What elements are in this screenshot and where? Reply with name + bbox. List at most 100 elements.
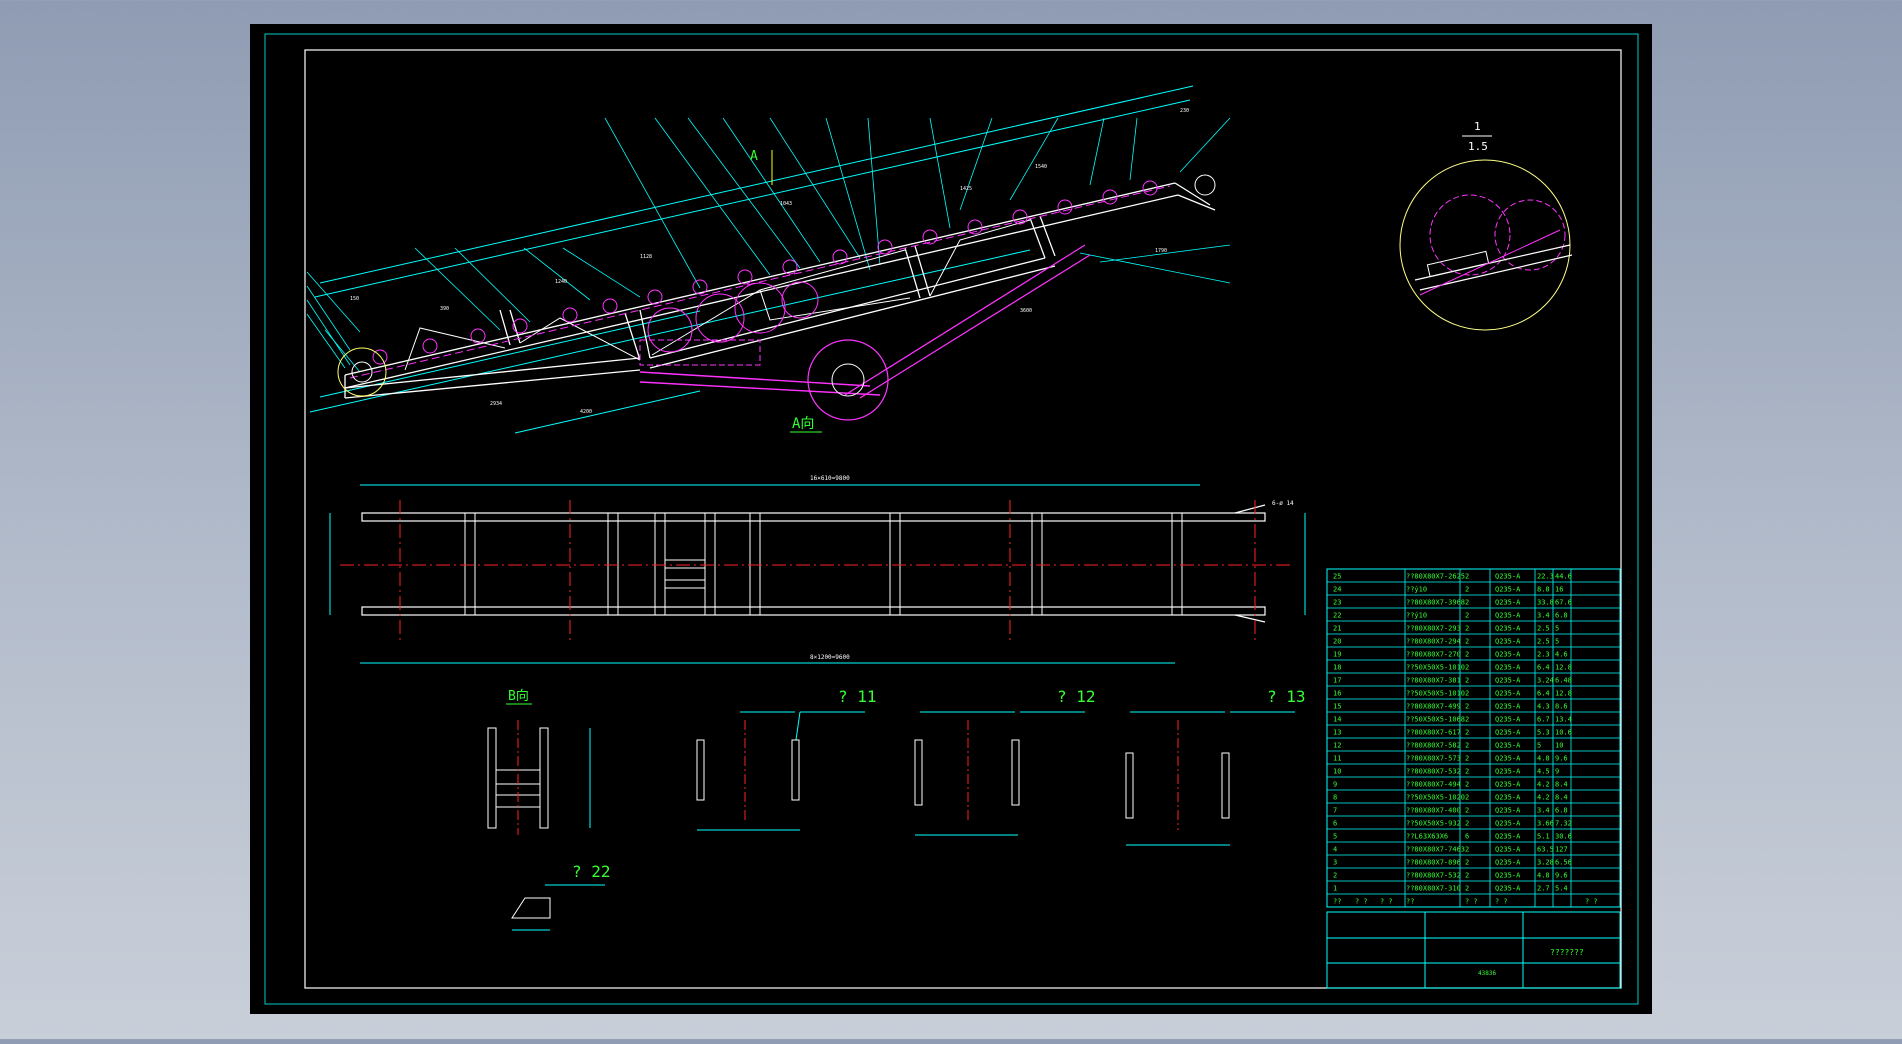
- bom-cell-qty: 2: [1465, 625, 1469, 633]
- title-block-id: 43836: [1478, 970, 1496, 977]
- bom-cell-w2: 6.56: [1555, 859, 1572, 867]
- bom-cell-w2: 6.8: [1555, 807, 1568, 815]
- bom-cell-qty: 2: [1465, 677, 1469, 685]
- plan-top-dim-text: 16×610=9800: [810, 475, 850, 482]
- bom-cell-mat: Q235-A: [1495, 612, 1521, 620]
- bom-cell-no: 25: [1333, 573, 1341, 581]
- bom-cell-mat: Q235-A: [1495, 833, 1521, 841]
- bom-cell-mat: Q235-A: [1495, 625, 1521, 633]
- callout-11: ? 11: [838, 687, 877, 706]
- bom-cell-qty: 2: [1465, 885, 1469, 893]
- bom-cell-mat: Q235-A: [1495, 703, 1521, 711]
- bom-cell-no: 3: [1333, 859, 1337, 867]
- bom-header-cell: ??: [1333, 898, 1341, 906]
- callout-12: ? 12: [1057, 687, 1096, 706]
- bom-cell-mat: Q235-A: [1495, 872, 1521, 880]
- bom-cell-w1: 3.28: [1537, 859, 1554, 867]
- view-b-label: B向: [508, 688, 529, 704]
- bom-cell-no: 16: [1333, 690, 1341, 698]
- bom-cell-spec: ??80X80X7-617: [1406, 729, 1461, 737]
- bom-cell-spec: ??80X80X7-294: [1406, 638, 1461, 646]
- bom-cell-mat: Q235-A: [1495, 729, 1521, 737]
- bom-cell-mat: Q235-A: [1495, 807, 1521, 815]
- bom-cell-qty: 2: [1465, 794, 1469, 802]
- bom-cell-no: 6: [1333, 820, 1337, 828]
- bom-cell-mat: Q235-A: [1495, 742, 1521, 750]
- bom-cell-w1: 22.3: [1537, 573, 1554, 581]
- bom-cell-spec: ??50X50X5-932: [1406, 820, 1461, 828]
- bom-cell-w1: 6.4: [1537, 664, 1550, 672]
- bom-cell-w1: 3.24: [1537, 677, 1554, 685]
- bom-cell-qty: 2: [1465, 846, 1469, 854]
- bom-cell-w1: 4.2: [1537, 794, 1550, 802]
- cad-drawing-canvas[interactable]: A A向 1503901240 112810431425 15402302934…: [0, 0, 1902, 1039]
- bom-cell-w1: 5: [1537, 742, 1541, 750]
- bom-cell-w1: 6.7: [1537, 716, 1550, 724]
- bom-cell-w2: 30.6: [1555, 833, 1572, 841]
- bom-cell-w1: 5.1: [1537, 833, 1550, 841]
- cad-viewport[interactable]: A A向 150 390 1240 1128 1043 1425 1540 230 2934…: [0, 0, 1902, 1039]
- bom-cell-no: 5: [1333, 833, 1337, 841]
- bom-cell-w1: 3.4: [1537, 612, 1550, 620]
- bom-cell-spec: ??80X80X7-582: [1406, 742, 1461, 750]
- bom-cell-w2: 6.8: [1555, 612, 1568, 620]
- svg-text:230: 230: [1180, 108, 1189, 114]
- bom-cell-mat: Q235-A: [1495, 638, 1521, 646]
- detail-scale-top: 1: [1474, 120, 1481, 133]
- bom-cell-w1: 8.8: [1537, 586, 1550, 594]
- bom-cell-mat: Q235-A: [1495, 664, 1521, 672]
- svg-text:3600: 3600: [1020, 308, 1032, 314]
- bom-cell-w2: 5: [1555, 625, 1559, 633]
- bom-cell-no: 14: [1333, 716, 1341, 724]
- bom-cell-no: 12: [1333, 742, 1341, 750]
- bom-cell-w2: 5.4: [1555, 885, 1568, 893]
- bom-cell-w2: 13.4: [1555, 716, 1572, 724]
- bom-cell-mat: Q235-A: [1495, 846, 1521, 854]
- bom-cell-w1: 2.5: [1537, 638, 1550, 646]
- bom-cell-qty: 2: [1465, 703, 1469, 711]
- bom-cell-w1: 6.4: [1537, 690, 1550, 698]
- bom-cell-w2: 8.4: [1555, 794, 1568, 802]
- bom-cell-w2: 4.6: [1555, 651, 1568, 659]
- bom-cell-mat: Q235-A: [1495, 690, 1521, 698]
- bom-cell-spec: ??80X80X7-270: [1406, 651, 1461, 659]
- bom-cell-mat: Q235-A: [1495, 599, 1521, 607]
- bom-cell-w1: 2.5: [1537, 625, 1550, 633]
- bom-cell-no: 15: [1333, 703, 1341, 711]
- callout-13: ? 13: [1267, 687, 1306, 706]
- bom-cell-w2: 127: [1555, 846, 1568, 854]
- bom-cell-qty: 2: [1465, 573, 1469, 581]
- bom-cell-spec: ??80X80X7-310: [1406, 885, 1461, 893]
- bom-cell-qty: 2: [1465, 807, 1469, 815]
- bom-cell-no: 24: [1333, 586, 1341, 594]
- bom-cell-qty: 2: [1465, 651, 1469, 659]
- bom-cell-mat: Q235-A: [1495, 677, 1521, 685]
- bom-header-cell: ? ?: [1380, 898, 1393, 906]
- bom-cell-no: 19: [1333, 651, 1341, 659]
- bom-cell-w2: 12.8: [1555, 664, 1572, 672]
- bom-cell-w1: 2.7: [1537, 885, 1550, 893]
- bom-cell-qty: 2: [1465, 612, 1469, 620]
- bom-cell-w1: 5.3: [1537, 729, 1550, 737]
- bom-cell-w1: 3.4: [1537, 807, 1550, 815]
- bom-cell-mat: Q235-A: [1495, 573, 1521, 581]
- bom-cell-no: 17: [1333, 677, 1341, 685]
- bom-cell-w1: 4.2: [1537, 781, 1550, 789]
- svg-text:1043: 1043: [780, 201, 792, 207]
- bom-cell-w2: 6.48: [1555, 677, 1572, 685]
- bom-cell-spec: ??80X80X7-532: [1406, 872, 1461, 880]
- callout-22: ? 22: [572, 862, 611, 881]
- bom-cell-qty: 2: [1465, 664, 1469, 672]
- bom-cell-qty: 2: [1465, 768, 1469, 776]
- bom-cell-w2: 8.4: [1555, 781, 1568, 789]
- bom-cell-no: 2: [1333, 872, 1337, 880]
- bom-cell-spec: ??80X80X7-573: [1406, 755, 1461, 763]
- bom-cell-qty: 2: [1465, 755, 1469, 763]
- bom-cell-no: 8: [1333, 794, 1337, 802]
- svg-text:390: 390: [440, 306, 449, 312]
- bom-cell-spec: ??50X50X5-1020: [1406, 794, 1465, 802]
- bom-cell-w2: 9.6: [1555, 872, 1568, 880]
- plan-bottom-dim-text: 8×1200=9600: [810, 654, 850, 661]
- bom-cell-w2: 8.6: [1555, 703, 1568, 711]
- bom-cell-spec: ??ý10: [1406, 586, 1427, 594]
